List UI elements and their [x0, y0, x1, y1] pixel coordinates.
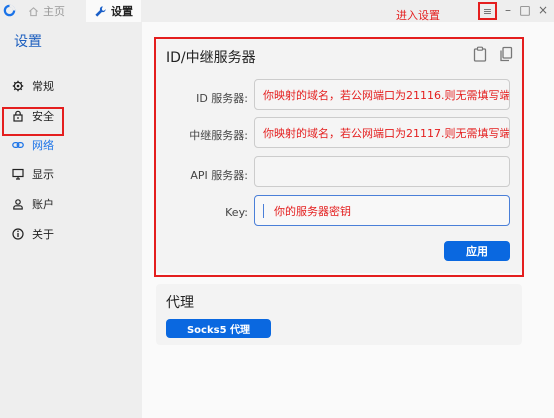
sidebar-item-display[interactable]: 显示 — [12, 165, 54, 183]
maximize-icon: □ — [519, 3, 531, 17]
sidebar-item-about[interactable]: 关于 — [12, 225, 54, 243]
socks5-proxy-button[interactable]: Socks5 代理 — [166, 319, 271, 338]
user-icon — [13, 199, 23, 210]
gear-icon — [12, 80, 24, 92]
sidebar-item-account[interactable]: 账户 — [12, 195, 54, 213]
close-button[interactable]: × — [535, 0, 551, 20]
sidebar-item-general[interactable]: 常规 — [12, 77, 54, 95]
menu-icon: ≡ — [482, 4, 493, 18]
sidebar-item-network[interactable]: 网络 — [12, 136, 54, 154]
close-icon: × — [537, 3, 549, 17]
minimize-button[interactable]: – — [500, 0, 516, 20]
info-icon — [12, 228, 24, 240]
tab-home-label: 主页 — [43, 5, 65, 18]
maximize-button[interactable]: □ — [517, 0, 533, 20]
title-bar: 主页 设置 进入设置 ≡ – □ × — [0, 0, 554, 22]
socks5-proxy-label: Socks5 代理 — [186, 325, 251, 336]
tab-home[interactable]: 主页 — [28, 0, 65, 22]
link-icon — [12, 141, 24, 149]
app-logo-icon — [3, 4, 16, 17]
annotation-server-highlight — [154, 37, 524, 277]
annotation-enter-settings: 进入设置 — [396, 9, 440, 22]
tab-settings-label: 设置 — [111, 5, 133, 18]
sidebar-item-label: 账户 — [32, 198, 54, 211]
sidebar-item-label: 关于 — [32, 228, 54, 241]
sidebar: 设置 常规 安全 网络 显示 账户 关于 — [0, 22, 141, 418]
home-icon — [29, 6, 38, 16]
sidebar-item-label: 常规 — [32, 80, 54, 93]
sidebar-item-label: 显示 — [32, 168, 54, 181]
sidebar-item-label: 网络 — [32, 139, 54, 152]
wrench-icon — [95, 5, 106, 17]
tab-settings[interactable]: 设置 — [86, 0, 141, 22]
minimize-icon: – — [505, 3, 511, 17]
menu-button[interactable]: ≡ — [478, 2, 497, 20]
monitor-icon — [12, 168, 24, 180]
proxy-card-title: 代理 — [166, 295, 194, 311]
annotation-network-highlight — [2, 107, 64, 136]
sidebar-title: 设置 — [14, 34, 42, 50]
